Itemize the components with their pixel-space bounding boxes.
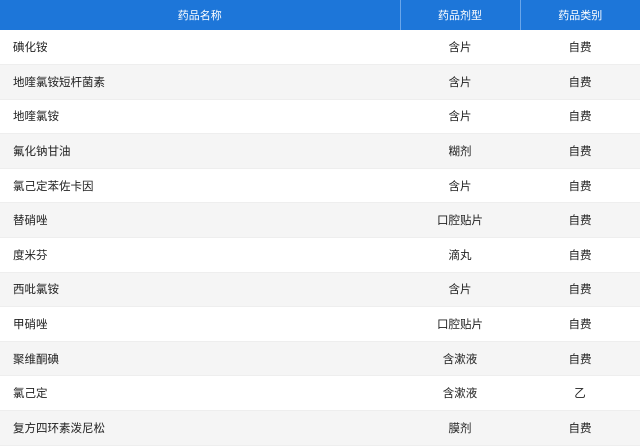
cell-drug-category: 乙	[520, 375, 640, 412]
cell-dosage-form: 滴丸	[400, 237, 520, 273]
cell-dosage-form: 含片	[400, 168, 520, 204]
table-body: 碘化铵 含片 自费 地喹氯铵短杆菌素 含片 自费 地喹氯铵 含片 自费 氟化钠甘…	[0, 30, 640, 446]
cell-dosage-form: 膜剂	[400, 410, 520, 446]
table-row: 碘化铵 含片 自费	[0, 30, 640, 66]
table-row: 甲硝唑 口腔贴片 自费	[0, 306, 640, 342]
header-dosage-form: 药品剂型	[400, 0, 521, 30]
cell-drug-category: 自费	[520, 410, 640, 446]
cell-dosage-form: 口腔贴片	[400, 306, 520, 342]
header-drug-category: 药品类别	[558, 9, 603, 22]
cell-drug-name: 氯己定	[0, 375, 400, 412]
cell-dosage-form: 糊剂	[400, 133, 520, 169]
cell-drug-category: 自费	[520, 133, 640, 169]
cell-drug-name: 甲硝唑	[0, 306, 400, 342]
cell-drug-category: 自费	[520, 202, 640, 239]
cell-drug-category: 自费	[520, 237, 640, 273]
cell-drug-name: 地喹氯铵短杆菌素	[0, 64, 400, 100]
cell-drug-name: 氯己定苯佐卡因	[0, 168, 400, 204]
cell-drug-category: 自费	[520, 64, 640, 100]
table-row: 氟化钠甘油 糊剂 自费	[0, 133, 640, 169]
cell-dosage-form: 含片	[400, 272, 520, 308]
table-row: 氯己定 含漱液 乙	[0, 375, 640, 412]
cell-dosage-form: 含片	[400, 64, 520, 100]
cell-drug-name: 度米芬	[0, 237, 400, 273]
header-drug-name: 药品名称	[0, 0, 401, 30]
cell-dosage-form: 含漱液	[400, 375, 520, 412]
table-row: 复方四环素泼尼松 膜剂 自费	[0, 410, 640, 446]
drug-table: 药品名称 药品剂型 药品类别 碘化铵 含片 自费 地喹氯铵短杆菌素 含片 自费 …	[0, 0, 640, 446]
cell-drug-name: 复方四环素泼尼松	[0, 410, 400, 446]
cell-drug-name: 替硝唑	[0, 202, 400, 239]
header-row: 药品名称 药品剂型 药品类别	[0, 0, 640, 30]
cell-dosage-form: 含漱液	[400, 341, 520, 377]
cell-drug-name: 聚维酮碘	[0, 341, 400, 377]
cell-drug-category: 自费	[520, 30, 640, 66]
cell-dosage-form: 含片	[400, 99, 520, 135]
table-row: 西吡氯铵 含片 自费	[0, 272, 640, 308]
table-row: 度米芬 滴丸 自费	[0, 237, 640, 273]
cell-drug-category: 自费	[520, 306, 640, 342]
cell-dosage-form: 含片	[400, 30, 520, 66]
table-header: 药品名称 药品剂型 药品类别	[0, 0, 640, 30]
table-row: 地喹氯铵 含片 自费	[0, 99, 640, 135]
cell-drug-name: 西吡氯铵	[0, 272, 400, 308]
cell-drug-category: 自费	[520, 341, 640, 377]
cell-drug-name: 氟化钠甘油	[0, 133, 400, 169]
table-row: 聚维酮碘 含漱液 自费	[0, 341, 640, 377]
table-row: 氯己定苯佐卡因 含片 自费	[0, 168, 640, 204]
table-row: 地喹氯铵短杆菌素 含片 自费	[0, 64, 640, 100]
cell-drug-category: 自费	[520, 99, 640, 135]
cell-drug-category: 自费	[520, 168, 640, 204]
cell-dosage-form: 口腔贴片	[400, 202, 520, 239]
table-row: 替硝唑 口腔贴片 自费	[0, 202, 640, 239]
cell-drug-category: 自费	[520, 272, 640, 308]
cell-drug-name: 碘化铵	[0, 30, 400, 66]
cell-drug-name: 地喹氯铵	[0, 99, 400, 135]
